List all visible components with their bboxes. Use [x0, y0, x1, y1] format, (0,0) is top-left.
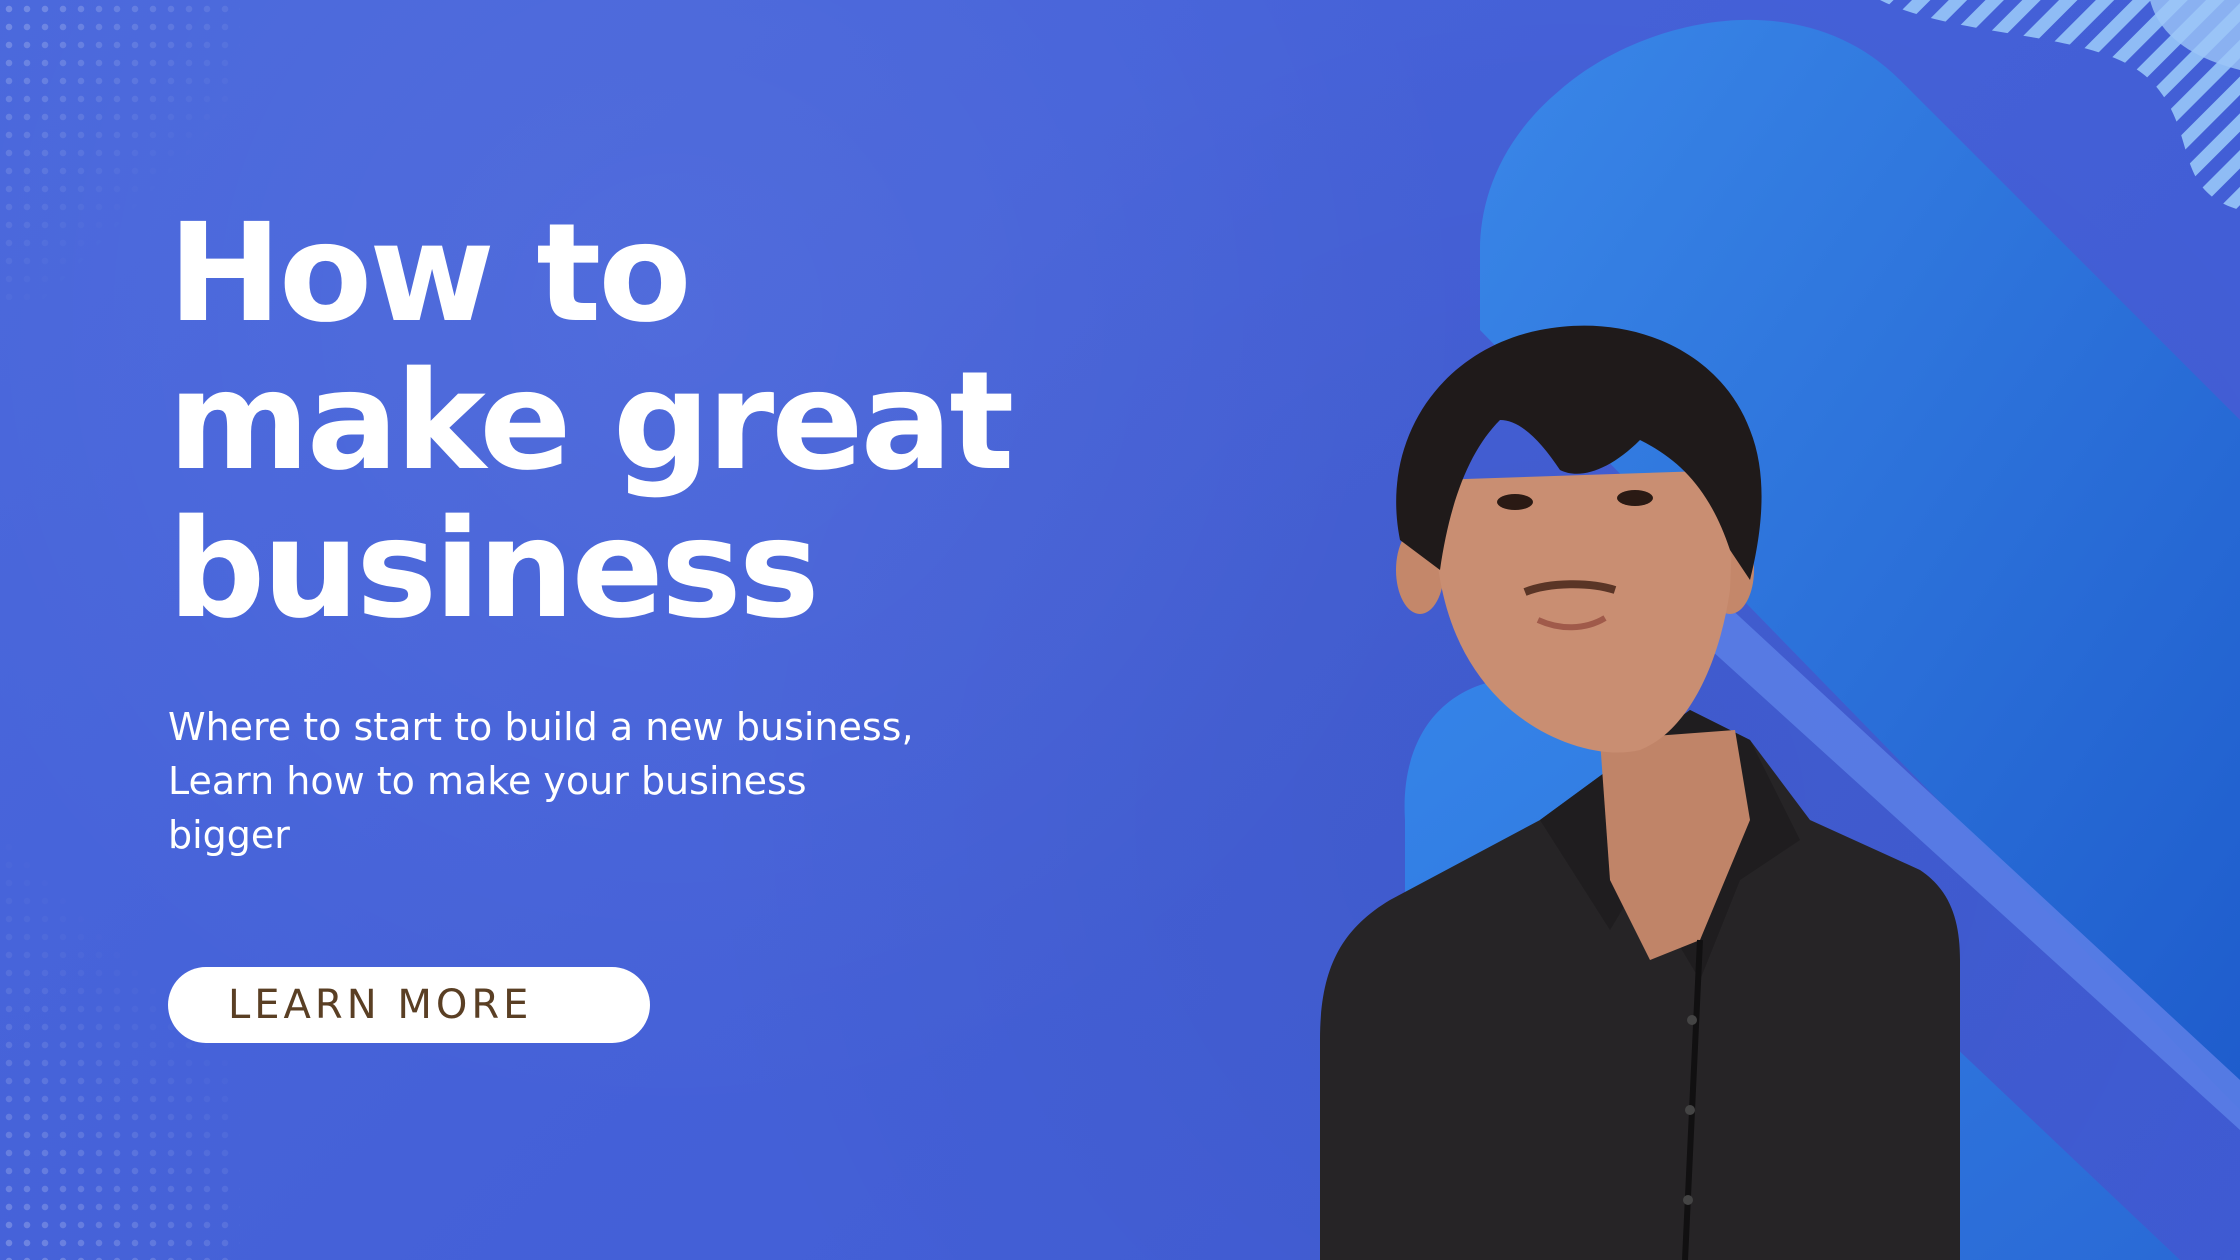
headline-line-1: How to	[168, 195, 692, 353]
presenter-photo	[1320, 325, 1960, 1260]
headline-line-2: make great	[168, 343, 1014, 501]
headline-line-3: business	[168, 491, 820, 649]
headline: How to make great business	[168, 200, 1068, 644]
learn-more-button[interactable]: LEARN MORE	[168, 967, 650, 1043]
promo-banner: How to make great business Where to star…	[0, 0, 2240, 1260]
subtitle-text: Where to start to build a new business, …	[168, 705, 914, 857]
